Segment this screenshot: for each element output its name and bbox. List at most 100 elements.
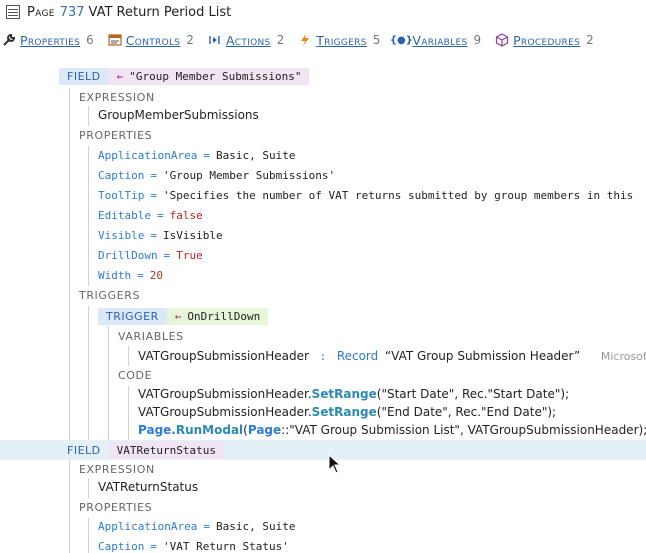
expression-value: VATReturnStatus [98,480,199,494]
tab-properties-label: Properties [20,32,81,48]
object-tabs: Properties 6 Controls 2 Actions 2 Trigge… [2,31,608,49]
trigger-badge: TRIGGER [98,308,167,325]
tree-guide [69,88,70,440]
tree-guide [88,518,89,553]
property-value: 'Group Member Submissions' [162,169,336,182]
property-key: Editable [98,209,151,222]
code-args: ("End Date", Rec."End Date"); [376,405,557,419]
code-line: VATGroupSubmissionHeader.SetRange("End D… [138,405,556,419]
tab-procedures-label: Procedures [513,32,581,48]
property-row: Visible = IsVisible [98,229,223,242]
tab-triggers-label: Triggers [316,32,367,48]
tree-guide [128,386,129,440]
tab-controls[interactable]: Controls 2 [108,33,194,48]
trigger-on-drill-down[interactable]: TRIGGER ← OnDrillDown [98,308,269,325]
code-method: RunModal [175,423,244,437]
property-eq: = [150,540,157,553]
tree-guide [88,478,89,498]
property-row: Caption = 'VAT Return Status' [98,540,289,553]
variables-label: VARIABLES [118,330,184,343]
code-method: SetRange [311,387,377,401]
property-key: Visible [98,229,145,242]
properties-label: PROPERTIES [79,501,153,514]
property-row: Width = 20 [98,269,163,282]
tree-guide [88,146,89,286]
tab-variables-count: 9 [473,33,482,47]
field-name: ← "Group Member Submissions" [108,68,310,85]
tab-variables-label: Variables [412,32,468,48]
tree-guide [128,346,129,366]
property-value: 'Specifies the number of VAT returns sub… [162,189,634,202]
tab-properties-count: 6 [86,33,94,47]
property-eq: = [203,149,210,162]
arrow-left-icon: ← [174,310,182,323]
tab-procedures-count: 2 [586,33,594,47]
property-row: ToolTip = 'Specifies the number of VAT ret… [98,189,633,202]
field-badge: FIELD [59,68,109,85]
variable-subtype: “VAT Group Submission Header” [384,349,581,363]
property-row: Caption = 'Group Member Submissions' [98,169,335,182]
property-key: Caption [98,540,145,553]
property-key: ToolTip [98,189,145,202]
tree-guide [69,460,70,553]
property-value: IsVisible [162,229,223,242]
code-line: Page.RunModal(Page::"VAT Group Submissio… [138,423,646,437]
tab-actions-label: Actions [225,32,271,48]
variable-colon: : [319,350,327,363]
page-number: 737 [59,4,85,20]
property-value: True [176,249,203,262]
field-group-member-submissions[interactable]: FIELD ← "Group Member Submissions" [59,68,310,85]
property-value: Basic, Suite [215,149,296,162]
code-object: Page. [138,423,176,437]
field-badge: FIELD [67,444,101,457]
code-page-keyword: Page [247,423,282,437]
expression-label: EXPRESSION [79,463,155,476]
tab-procedures[interactable]: Procedures 2 [495,33,594,48]
tab-actions[interactable]: Actions 2 [208,33,284,48]
wrench-icon [2,33,16,47]
expression-value: GroupMemberSubmissions [98,108,259,122]
property-key: DrillDown [98,249,158,262]
tab-triggers[interactable]: Triggers 5 [298,33,380,48]
property-value: 20 [149,269,163,282]
braces-icon: {●} [389,34,413,46]
page-icon [6,5,20,19]
property-eq: = [156,209,164,222]
variable-name: VATGroupSubmissionHeader [138,349,309,363]
tab-controls-label: Controls [125,32,181,48]
arrow-left-icon: ← [116,70,124,83]
tree-guide [88,106,89,126]
property-eq: = [150,189,157,202]
property-row: ApplicationArea = Basic, Suite [98,149,295,162]
property-key: ApplicationArea [98,149,198,162]
trigger-name-text: OnDrillDown [187,310,261,323]
property-key: ApplicationArea [98,520,198,533]
property-key: Width [98,269,132,282]
tab-variables[interactable]: {●} Variables 9 [389,32,482,48]
property-value: 'VAT Return Status' [162,540,289,553]
tree-guide [108,326,109,440]
code-method: SetRange [311,405,377,419]
code-line: VATGroupSubmissionHeader.SetRange("Start… [138,387,569,401]
tab-properties[interactable]: Properties 6 [2,33,94,48]
tab-controls-count: 2 [186,33,194,47]
variable-row: VATGroupSubmissionHeader : Record “VAT G… [138,349,646,363]
code-args: ("Start Date", Rec."Start Date"); [376,387,570,401]
field-name-text: "Group Member Submissions" [129,70,302,83]
field-vat-return-status[interactable]: FIELD VATReturnStatus [59,442,224,459]
lightning-icon [298,33,312,47]
property-row: ApplicationArea = Basic, Suite [98,520,295,533]
field-name: VATReturnStatus [108,442,224,459]
property-row: DrillDown = True [98,249,203,262]
mouse-cursor-icon [328,454,342,474]
trigger-name: ← OnDrillDown [166,308,269,325]
property-row: Editable = false [98,209,203,222]
code-object: VATGroupSubmissionHeader. [138,405,312,419]
property-eq: = [163,249,171,262]
tab-actions-count: 2 [276,33,285,47]
property-eq: = [137,269,144,282]
property-eq: = [150,229,157,242]
page-title-prefix: Page [27,4,55,20]
property-value: Basic, Suite [215,520,296,533]
code-label: CODE [118,369,153,382]
